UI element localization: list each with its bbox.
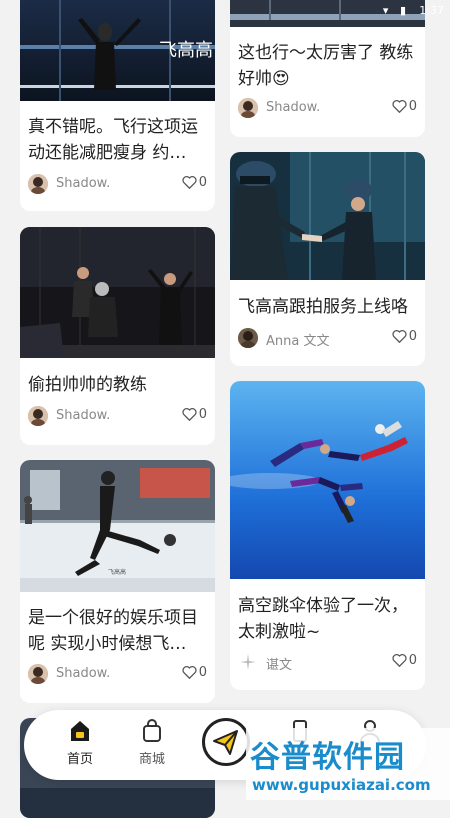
like-heart-icon bbox=[392, 330, 407, 344]
like-button[interactable]: 0 bbox=[182, 665, 207, 680]
author-avatar[interactable] bbox=[28, 664, 48, 684]
send-plane-icon bbox=[213, 730, 238, 755]
like-button[interactable]: 0 bbox=[182, 175, 207, 190]
like-count: 0 bbox=[408, 99, 417, 114]
nav-label: 商城 bbox=[138, 752, 165, 767]
photo-overlay-text: 飞高高 bbox=[159, 40, 213, 61]
nav-label: 首页 bbox=[66, 752, 93, 767]
post-photo-skydiving bbox=[230, 381, 425, 579]
svg-text:飞高高: 飞高高 bbox=[108, 568, 126, 576]
author-avatar[interactable] bbox=[238, 98, 258, 118]
post-card[interactable]: 飞高高 真不错呢。飞行这项运动还能减肥瘦身 约… Shadow. 0 bbox=[20, 0, 215, 211]
post-photo-wind-tunnel: 飞高高 bbox=[20, 460, 215, 592]
post-title: 高空跳伞体验了一次，太刺激啦~ bbox=[238, 596, 408, 642]
post-meta: Anna 文文 0 bbox=[238, 328, 417, 352]
author-name: Shadow. bbox=[56, 408, 111, 423]
like-heart-icon bbox=[182, 176, 197, 190]
post-meta: Shadow. 0 bbox=[238, 98, 417, 122]
author-avatar[interactable] bbox=[28, 406, 48, 426]
like-heart-icon bbox=[182, 666, 197, 680]
shop-bag-icon bbox=[143, 719, 161, 742]
post-card[interactable]: 飞高高 是一个很好的娱乐项目呢 实现小时候想飞… Shadow. 0 bbox=[20, 460, 215, 703]
like-count: 0 bbox=[198, 665, 207, 680]
post-card[interactable]: 偷拍帅帅的教练 Shadow. 0 bbox=[20, 227, 215, 445]
author-name: Shadow. bbox=[266, 100, 321, 115]
post-title: 偷拍帅帅的教练 bbox=[28, 375, 147, 395]
signal-icons: ▾ ▮ bbox=[382, 4, 410, 17]
like-count: 0 bbox=[408, 653, 417, 668]
watermark-url: www.gupuxiazai.com bbox=[252, 776, 431, 794]
post-meta: Shadow. 0 bbox=[28, 664, 207, 688]
post-meta: 谌文 0 bbox=[238, 652, 417, 676]
author-name: Anna 文文 bbox=[266, 334, 330, 349]
like-heart-icon bbox=[392, 654, 407, 668]
status-bar: ▾ ▮ 1:37 bbox=[0, 0, 450, 22]
like-heart-icon bbox=[182, 408, 197, 422]
post-photo-coach-group bbox=[20, 227, 215, 358]
watermark-brand: 谷普软件园 bbox=[250, 740, 405, 775]
status-time: 1:37 bbox=[419, 4, 444, 17]
author-avatar[interactable] bbox=[238, 328, 258, 348]
post-title: 是一个很好的娱乐项目呢 实现小时候想飞… bbox=[28, 608, 198, 654]
home-icon bbox=[71, 721, 89, 741]
post-card[interactable]: 高空跳伞体验了一次，太刺激啦~ 谌文 0 bbox=[230, 381, 425, 690]
watermark: 谷普软件园 www.gupuxiazai.com bbox=[246, 728, 450, 800]
author-avatar[interactable] bbox=[28, 174, 48, 194]
like-count: 0 bbox=[198, 175, 207, 190]
post-title: 飞高高跟拍服务上线咯 bbox=[238, 297, 408, 317]
like-button[interactable]: 0 bbox=[392, 653, 417, 668]
post-card[interactable]: 飞高高跟拍服务上线咯 Anna 文文 0 bbox=[230, 152, 425, 366]
author-name: Shadow. bbox=[56, 666, 111, 681]
post-photo-flight-instructor bbox=[230, 152, 425, 280]
post-title: 真不错呢。飞行这项运动还能减肥瘦身 约… bbox=[28, 117, 198, 163]
like-count: 0 bbox=[198, 407, 207, 422]
like-button[interactable]: 0 bbox=[182, 407, 207, 422]
publish-button[interactable] bbox=[202, 718, 250, 766]
author-name: Shadow. bbox=[56, 176, 111, 191]
like-heart-icon bbox=[392, 100, 407, 114]
post-title: 这也行～太厉害了 教练好帅😍 bbox=[238, 43, 414, 89]
like-button[interactable]: 0 bbox=[392, 99, 417, 114]
like-count: 0 bbox=[408, 329, 417, 344]
like-button[interactable]: 0 bbox=[392, 329, 417, 344]
post-meta: Shadow. 0 bbox=[28, 406, 207, 430]
author-avatar[interactable] bbox=[238, 652, 258, 672]
author-name: 谌文 bbox=[266, 658, 293, 673]
nav-item-shop[interactable]: 商城 bbox=[122, 718, 182, 767]
nav-item-home[interactable]: 首页 bbox=[50, 718, 110, 767]
post-meta: Shadow. 0 bbox=[28, 174, 207, 198]
